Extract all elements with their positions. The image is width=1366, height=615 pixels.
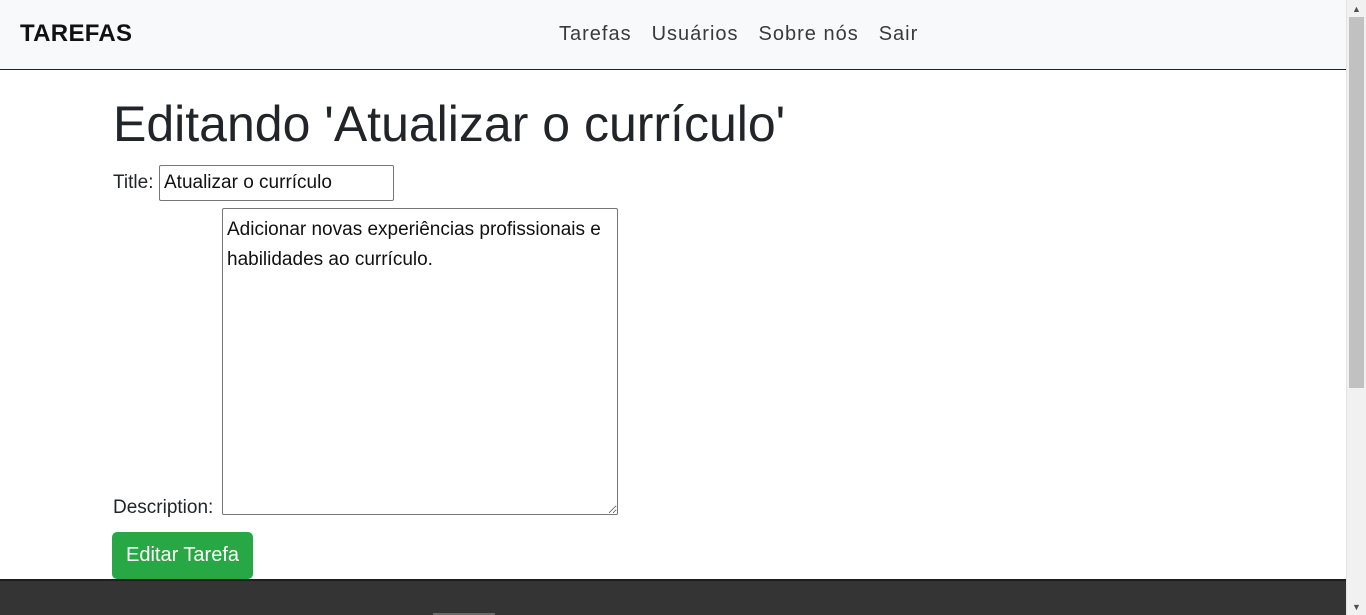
vertical-scrollbar[interactable]: ▲ ▼	[1346, 0, 1366, 615]
footer	[0, 579, 1349, 615]
title-label: Title:	[113, 172, 154, 193]
nav-link-usuarios[interactable]: Usuários	[652, 23, 739, 46]
title-input[interactable]	[159, 165, 394, 201]
scroll-thumb[interactable]	[1349, 17, 1364, 388]
navbar: TAREFAS Tarefas Usuários Sobre nós Sair	[0, 0, 1346, 70]
page-title: Editando 'Atualizar o currículo'	[113, 96, 786, 152]
nav-link-sair[interactable]: Sair	[879, 23, 919, 46]
nav-link-tarefas[interactable]: Tarefas	[559, 23, 632, 46]
page: TAREFAS Tarefas Usuários Sobre nós Sair …	[0, 0, 1349, 615]
brand-logo[interactable]: TAREFAS	[20, 20, 132, 48]
nav-links: Tarefas Usuários Sobre nós Sair	[559, 23, 938, 46]
arrow-down-icon[interactable]: ▼	[1347, 598, 1366, 615]
description-textarea[interactable]: Adicionar novas experiências profissiona…	[222, 208, 618, 515]
edit-task-button[interactable]: Editar Tarefa	[112, 532, 253, 579]
arrow-up-icon[interactable]: ▲	[1347, 0, 1366, 17]
nav-link-sobre-nos[interactable]: Sobre nós	[759, 23, 859, 46]
description-label: Description:	[113, 497, 214, 518]
